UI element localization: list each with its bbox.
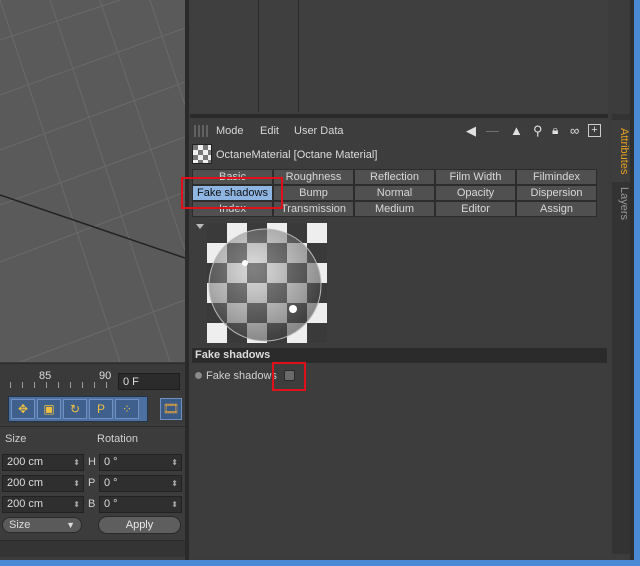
search-icon[interactable]: ⚲ — [533, 123, 543, 139]
ruler-tick — [46, 382, 47, 388]
grid-floor — [0, 0, 185, 362]
material-title: OctaneMaterial [Octane Material] — [216, 149, 378, 161]
tab-assign[interactable]: Assign — [516, 201, 597, 217]
side-tab-layers[interactable]: Layers — [612, 184, 630, 224]
scale-icon[interactable]: ▣ — [37, 399, 61, 419]
attributes-manager: Mode Edit User Data ◀ — ▲ ⚲ 🔒︎ ∞ + Octan… — [181, 118, 608, 558]
side-tab-attributes[interactable]: Attributes — [612, 120, 630, 182]
spinner-icon[interactable]: ⬍ — [171, 476, 178, 491]
rotate-icon[interactable]: ↻ — [63, 399, 87, 419]
ruler-tick — [106, 382, 107, 388]
apply-button[interactable]: Apply — [98, 516, 181, 534]
move-icon[interactable]: ✥ — [11, 399, 35, 419]
tab-normal[interactable]: Normal — [354, 185, 435, 201]
link-icon[interactable]: ∞ — [570, 123, 579, 138]
side-tab-strip: Attributes Layers — [612, 114, 630, 554]
spinner-icon[interactable]: ⬍ — [171, 455, 178, 470]
highlight-box-checkbox — [272, 362, 306, 391]
rotation-p-value: 0 ° — [104, 477, 118, 489]
chevron-down-icon: ▼ — [66, 520, 75, 530]
rotation-header: Rotation — [97, 433, 138, 445]
rotation-p-field[interactable]: 0 ° ⬍ — [99, 475, 182, 492]
column-divider — [258, 0, 259, 112]
rotation-h-value: 0 ° — [104, 456, 118, 468]
ruler-tick — [10, 382, 11, 388]
window-border-bottom — [0, 560, 640, 566]
tab-filmindex[interactable]: Filmindex — [516, 169, 597, 185]
column-divider — [298, 0, 299, 112]
tab-editor[interactable]: Editor — [435, 201, 516, 217]
material-sphere-preview — [207, 223, 327, 343]
axis-label-b: B — [88, 498, 96, 510]
size-mode-dropdown[interactable]: Size ▼ — [2, 517, 82, 533]
tab-roughness[interactable]: Roughness — [273, 169, 354, 185]
ruler-tick — [82, 382, 83, 388]
ruler-label: 85 — [39, 370, 52, 382]
ruler-tick — [34, 382, 35, 388]
tab-dispersion[interactable]: Dispersion — [516, 185, 597, 201]
forward-arrow-icon[interactable]: — — [486, 123, 499, 138]
end-frame-field[interactable]: 0 F — [118, 373, 180, 390]
spinner-icon[interactable]: ⬍ — [171, 497, 178, 512]
new-panel-icon[interactable]: + — [588, 124, 601, 137]
axis-label-h: H — [88, 456, 96, 468]
menu-user-data[interactable]: User Data — [294, 125, 344, 137]
size-x-value: 200 cm — [7, 456, 44, 468]
ruler-tick — [22, 382, 23, 388]
grip-icon[interactable] — [194, 125, 208, 137]
rotation-b-field[interactable]: 0 ° ⬍ — [99, 496, 182, 513]
tab-reflection[interactable]: Reflection — [354, 169, 435, 185]
rotation-h-field[interactable]: 0 ° ⬍ — [99, 454, 182, 471]
timeline[interactable]: 85 90 0 F — [0, 363, 185, 394]
object-manager[interactable] — [190, 0, 608, 114]
back-arrow-icon[interactable]: ◀ — [466, 123, 476, 139]
parking-icon[interactable]: P — [89, 399, 113, 419]
window-border-right — [634, 0, 640, 566]
film-icon[interactable]: 🎞 — [160, 398, 182, 420]
axis-label-p: P — [88, 477, 96, 489]
spinner-icon[interactable]: ⬍ — [73, 497, 80, 512]
size-z-field[interactable]: 200 cm ⬍ — [2, 496, 84, 513]
menu-mode[interactable]: Mode — [216, 125, 244, 137]
viewport-3d[interactable] — [0, 0, 185, 362]
param-label: Fake shadows — [206, 370, 277, 382]
tool-toolbar: ✥ ▣ ↻ P ⁘ 🎞 — [0, 394, 185, 424]
tab-medium[interactable]: Medium — [354, 201, 435, 217]
attributes-menu-bar: Mode Edit User Data ◀ — ▲ ⚲ 🔒︎ ∞ + — [190, 120, 608, 142]
spinner-icon[interactable]: ⬍ — [73, 476, 80, 491]
up-arrow-icon[interactable]: ▲ — [510, 123, 523, 138]
tab-film-width[interactable]: Film Width — [435, 169, 516, 185]
tab-opacity[interactable]: Opacity — [435, 185, 516, 201]
tab-bump[interactable]: Bump — [273, 185, 354, 201]
material-preview[interactable] — [207, 223, 327, 343]
ruler-tick — [94, 382, 95, 388]
tab-transmission[interactable]: Transmission — [273, 201, 354, 217]
spinner-icon[interactable]: ⬍ — [73, 455, 80, 470]
size-x-field[interactable]: 200 cm ⬍ — [2, 454, 84, 471]
size-z-value: 200 cm — [7, 498, 44, 510]
preview-menu-icon[interactable] — [196, 224, 204, 229]
coordinates-panel: Size Rotation 200 cm ⬍ 200 cm ⬍ 200 cm ⬍ H … — [0, 426, 185, 557]
size-header: Size — [5, 433, 27, 445]
size-y-field[interactable]: 200 cm ⬍ — [2, 475, 84, 492]
highlight-box-tab — [181, 177, 283, 209]
menu-edit[interactable]: Edit — [260, 125, 279, 137]
tool-group: ✥ ▣ ↻ P ⁘ — [8, 396, 148, 422]
status-strip — [0, 540, 185, 557]
rotation-b-value: 0 ° — [104, 498, 118, 510]
points-icon[interactable]: ⁘ — [115, 399, 139, 419]
ruler-tick — [70, 382, 71, 388]
ruler-label: 90 — [99, 370, 112, 382]
animate-dot-icon[interactable] — [195, 372, 202, 379]
panel-divider[interactable] — [185, 0, 189, 566]
material-icon — [192, 144, 212, 164]
section-header: Fake shadows — [192, 348, 607, 363]
size-mode-value: Size — [9, 519, 31, 531]
lock-icon[interactable]: 🔒︎ — [552, 123, 558, 138]
size-y-value: 200 cm — [7, 477, 44, 489]
ruler-tick — [58, 382, 59, 388]
